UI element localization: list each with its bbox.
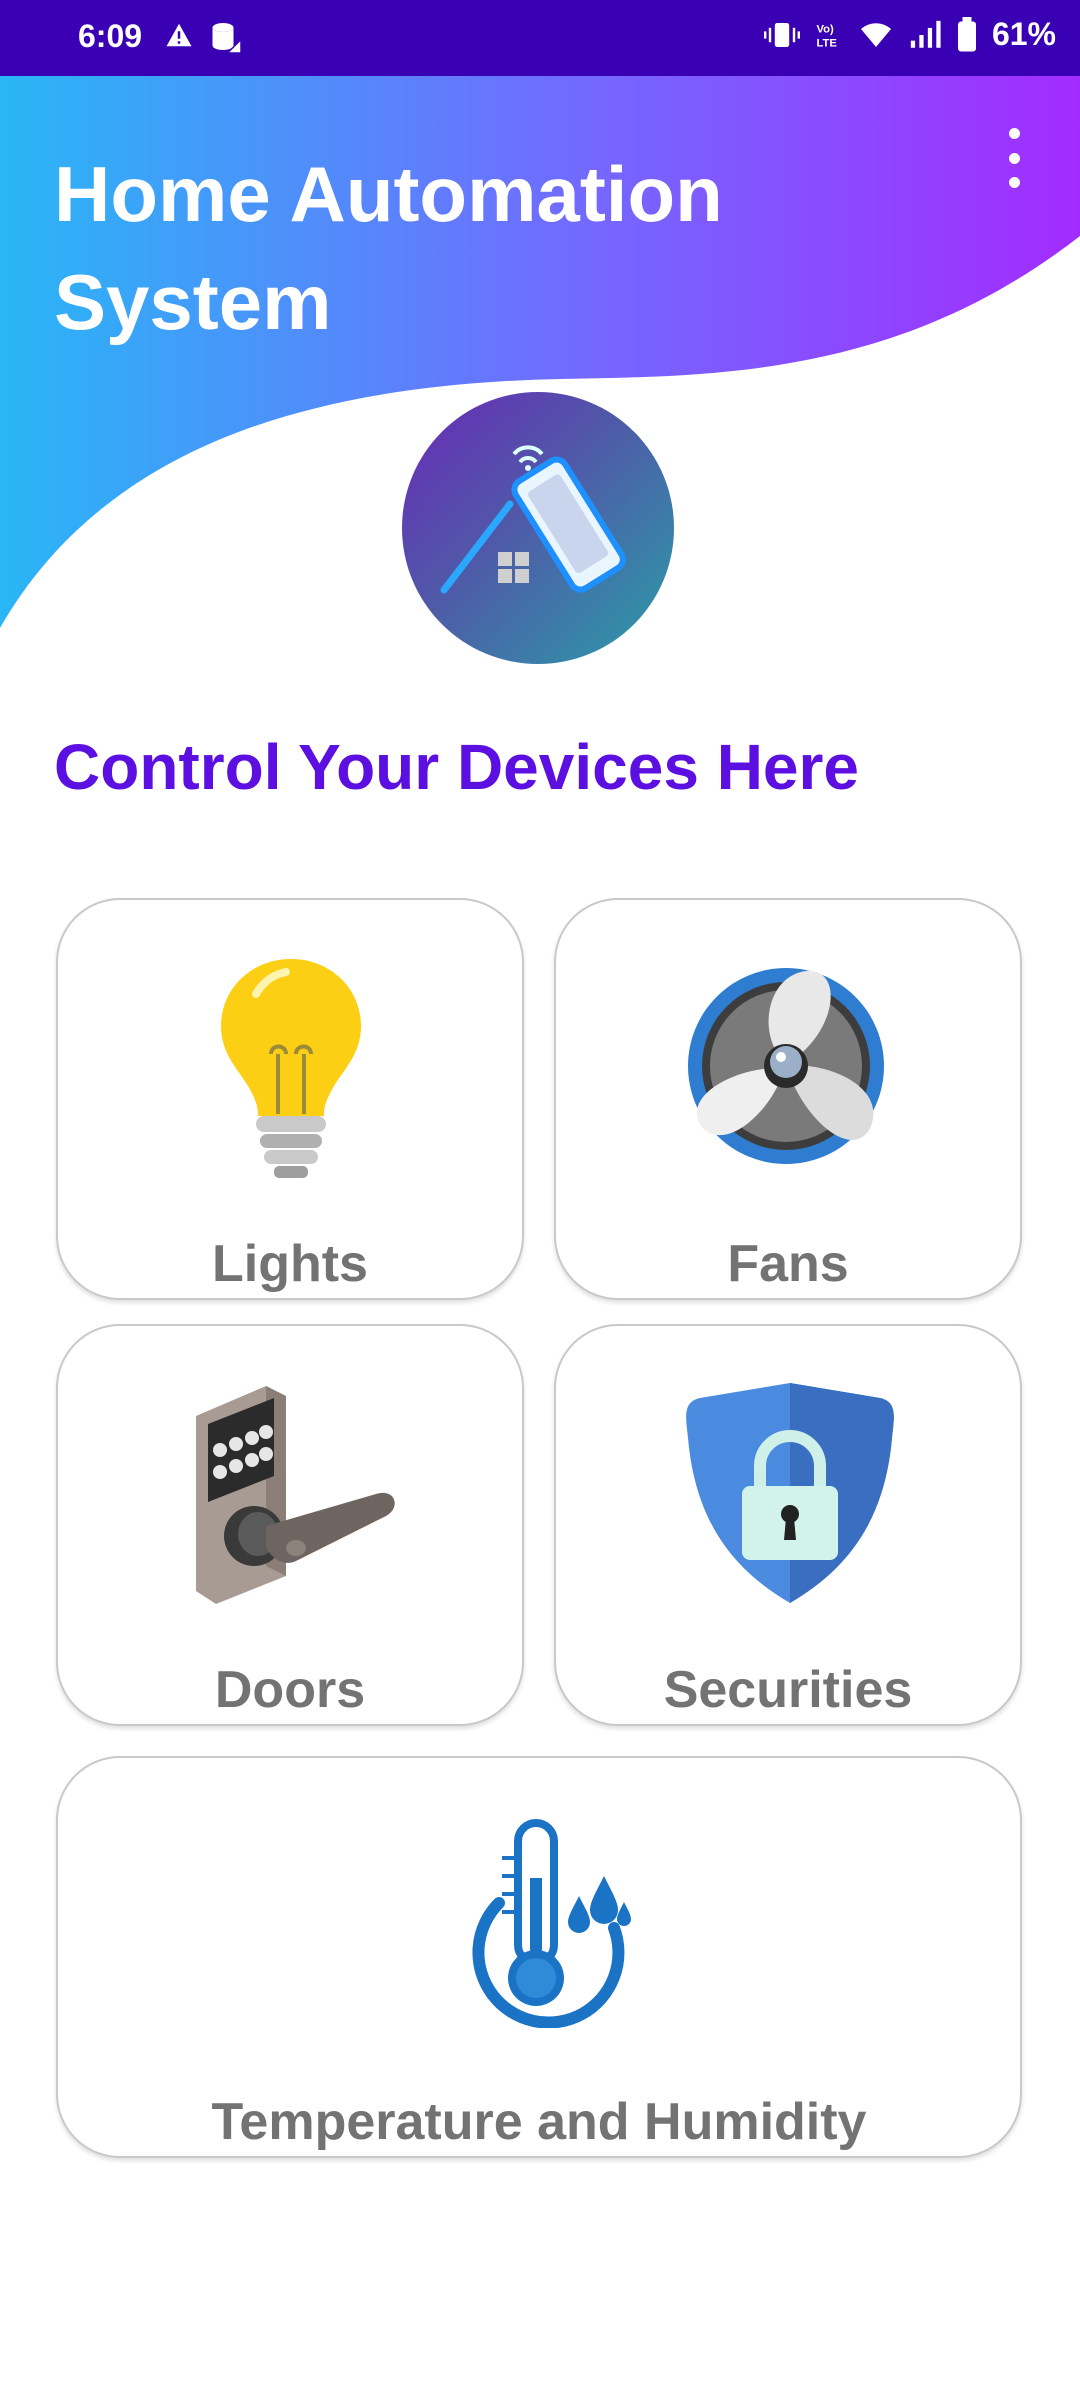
- data-saver-icon: [212, 23, 242, 54]
- smart-home-phone-icon: [440, 445, 626, 594]
- home-screen: 6:09 Vo) LTE 61% Home Automation System …: [0, 0, 1080, 2400]
- status-left-icons: [164, 20, 244, 56]
- more-vert-icon[interactable]: [996, 128, 1032, 188]
- fans-label: Fans: [727, 1235, 849, 1293]
- svg-text:Vo): Vo): [816, 23, 834, 35]
- doors-card[interactable]: Doors: [56, 1324, 524, 1726]
- light-bulb-icon: [221, 959, 361, 1178]
- securities-label: Securities: [663, 1661, 913, 1719]
- status-right-icons: Vo) LTE 61%: [763, 16, 1056, 53]
- app-title: Home Automation System: [54, 150, 723, 346]
- doors-label: Doors: [214, 1661, 366, 1719]
- security-shield-icon: [686, 1383, 894, 1603]
- temperature-humidity-card[interactable]: Temperature and Humidity: [56, 1756, 1022, 2158]
- wifi-icon: [860, 22, 891, 47]
- thermometer-humidity-icon: [472, 1819, 631, 2028]
- volte-icon: Vo) LTE: [816, 23, 837, 49]
- lights-label: Lights: [212, 1235, 368, 1293]
- door-lock-icon: [196, 1386, 395, 1604]
- vibrate-icon: [763, 22, 800, 47]
- fan-icon: [688, 968, 884, 1164]
- temperature-humidity-label: Temperature and Humidity: [211, 2093, 867, 2151]
- svg-text:LTE: LTE: [816, 37, 837, 49]
- fans-card[interactable]: Fans: [554, 898, 1022, 1300]
- battery-icon: [957, 16, 976, 51]
- lights-card[interactable]: Lights: [56, 898, 524, 1300]
- signal-icon: [910, 20, 941, 48]
- securities-card[interactable]: Securities: [554, 1324, 1022, 1726]
- status-time: 6:09: [78, 18, 143, 54]
- status-bar: 6:09 Vo) LTE 61%: [0, 0, 1080, 76]
- app-logo: [402, 392, 674, 664]
- battery-percentage: 61%: [991, 16, 1056, 52]
- alert-icon: [166, 23, 192, 47]
- section-title: Control Your Devices Here: [54, 731, 859, 803]
